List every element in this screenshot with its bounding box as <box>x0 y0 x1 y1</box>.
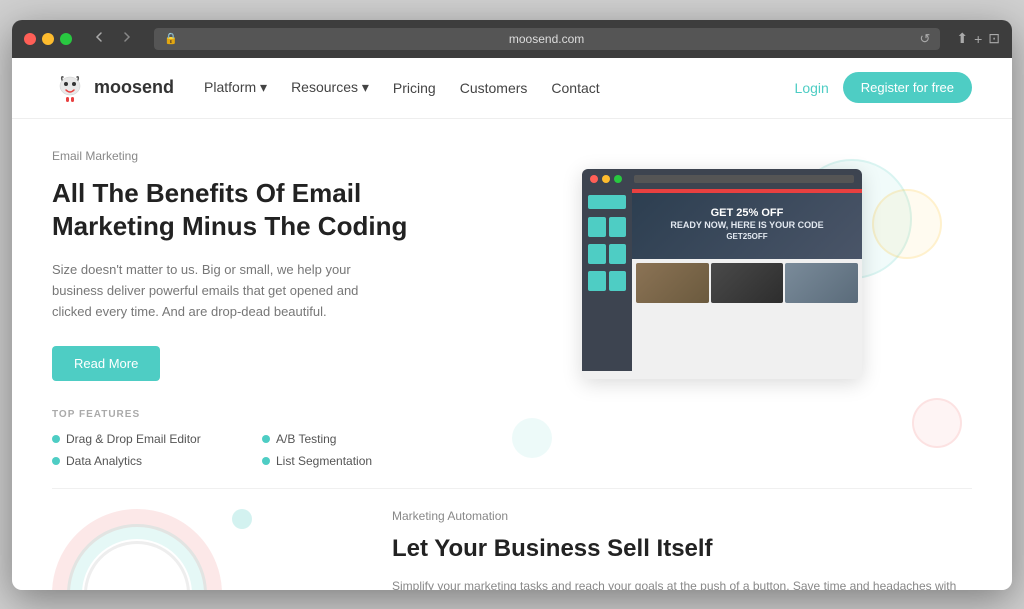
editor-body: GET 25% OFF READY NOW, HERE IS YOUR CODE… <box>582 189 862 371</box>
hero-right: GET 25% OFF READY NOW, HERE IS YOUR CODE… <box>472 149 972 469</box>
page-content: moosend Platform ▾ Resources ▾ Pricing C… <box>12 58 1012 590</box>
feature-item-1: Drag & Drop Email Editor <box>52 432 242 446</box>
editor-top-bar <box>582 169 862 189</box>
sidebar-top-block <box>588 195 626 209</box>
browser-controls <box>88 28 138 49</box>
nav-customers[interactable]: Customers <box>460 80 528 96</box>
feature-item-4: List Segmentation <box>262 454 452 468</box>
feature-label-2: A/B Testing <box>276 432 336 446</box>
features-label: TOP FEATURES <box>52 409 452 420</box>
email-photo-1 <box>636 263 709 303</box>
nav-contact[interactable]: Contact <box>551 80 599 96</box>
nav-links: Platform ▾ Resources ▾ Pricing Customers… <box>204 79 795 96</box>
second-section-right: Marketing Automation Let Your Business S… <box>332 509 972 589</box>
editor-sidebar <box>582 189 632 371</box>
feature-label-1: Drag & Drop Email Editor <box>66 432 201 446</box>
promo-subtext: READY NOW, HERE IS YOUR CODE <box>670 220 823 230</box>
read-more-button[interactable]: Read More <box>52 346 160 381</box>
navbar: moosend Platform ▾ Resources ▾ Pricing C… <box>12 58 1012 119</box>
sb-block-6 <box>609 271 627 291</box>
second-section: Marketing Automation Let Your Business S… <box>12 489 1012 589</box>
logo-icon <box>52 70 88 106</box>
sidebar-pair-2 <box>588 244 626 264</box>
email-editor-mockup: GET 25% OFF READY NOW, HERE IS YOUR CODE… <box>582 169 862 379</box>
sidebar-pair-1 <box>588 217 626 237</box>
sb-block-4 <box>609 244 627 264</box>
feature-item-2: A/B Testing <box>262 432 452 446</box>
fullscreen-button[interactable] <box>60 33 72 45</box>
back-button[interactable] <box>88 28 110 49</box>
circle-deco-container <box>52 509 232 589</box>
email-header-image: GET 25% OFF READY NOW, HERE IS YOUR CODE… <box>632 189 862 259</box>
main-description: Size doesn't matter to us. Big or small,… <box>52 260 392 322</box>
browser-right-controls: ⬆ + ⊡ <box>956 30 1000 47</box>
deco-circle-4 <box>512 418 552 458</box>
login-button[interactable]: Login <box>795 80 829 96</box>
browser-chrome: 🔒 ↺ ⬆ + ⊡ <box>12 20 1012 58</box>
editor-fullscreen <box>614 175 622 183</box>
email-photo-row <box>632 259 862 307</box>
logo-area: moosend <box>52 70 174 106</box>
sb-block-1 <box>588 217 606 237</box>
feature-label-4: List Segmentation <box>276 454 372 468</box>
feature-label-3: Data Analytics <box>66 454 142 468</box>
feature-item-3: Data Analytics <box>52 454 242 468</box>
nav-actions: Login Register for free <box>795 72 972 103</box>
editor-minimize <box>602 175 610 183</box>
features-grid: Drag & Drop Email Editor A/B Testing Dat… <box>52 432 452 468</box>
promo-text: GET 25% OFF <box>670 206 823 220</box>
bubble-small <box>232 509 252 529</box>
hero-section: Email Marketing All The Benefits Of Emai… <box>12 119 1012 489</box>
promo-code: GET25OFF <box>670 232 823 241</box>
sb-block-2 <box>609 217 627 237</box>
hero-left: Email Marketing All The Benefits Of Emai… <box>52 149 472 469</box>
second-section-left <box>52 509 332 589</box>
extensions-button[interactable]: ⊡ <box>988 30 1000 47</box>
browser-window: 🔒 ↺ ⬆ + ⊡ <box>12 20 1012 590</box>
nav-resources[interactable]: Resources ▾ <box>291 79 369 96</box>
traffic-lights <box>24 33 72 45</box>
orange-accent-bar <box>632 189 862 193</box>
deco-circle-2 <box>872 189 942 259</box>
email-photo-2 <box>711 263 784 303</box>
reload-button[interactable]: ↺ <box>919 31 930 47</box>
main-heading: All The Benefits Of Email Marketing Minu… <box>52 177 452 245</box>
editor-main-area: GET 25% OFF READY NOW, HERE IS YOUR CODE… <box>632 189 862 371</box>
minimize-button[interactable] <box>42 33 54 45</box>
logo-text: moosend <box>94 77 174 98</box>
editor-close <box>590 175 598 183</box>
email-photo-3 <box>785 263 858 303</box>
second-description: Simplify your marketing tasks and reach … <box>392 577 972 590</box>
share-button[interactable]: ⬆ <box>956 30 968 47</box>
sidebar-pair-3 <box>588 271 626 291</box>
nav-platform[interactable]: Platform ▾ <box>204 79 267 96</box>
address-bar-container: 🔒 ↺ <box>154 28 940 50</box>
deco-circle-3 <box>912 398 962 448</box>
nav-pricing[interactable]: Pricing <box>393 80 436 96</box>
sb-block-5 <box>588 271 606 291</box>
forward-button[interactable] <box>116 28 138 49</box>
main-content: Email Marketing All The Benefits Of Emai… <box>12 119 1012 590</box>
address-bar[interactable] <box>184 32 910 46</box>
section-label-2: Marketing Automation <box>392 509 972 523</box>
second-heading: Let Your Business Sell Itself <box>392 533 972 564</box>
section-label: Email Marketing <box>52 149 452 163</box>
new-tab-button[interactable]: + <box>974 31 982 47</box>
register-button[interactable]: Register for free <box>843 72 972 103</box>
feature-dot-3 <box>52 457 60 465</box>
lock-icon: 🔒 <box>164 32 178 45</box>
sb-block-3 <box>588 244 606 264</box>
feature-dot-1 <box>52 435 60 443</box>
feature-dot-4 <box>262 457 270 465</box>
feature-dot-2 <box>262 435 270 443</box>
close-button[interactable] <box>24 33 36 45</box>
